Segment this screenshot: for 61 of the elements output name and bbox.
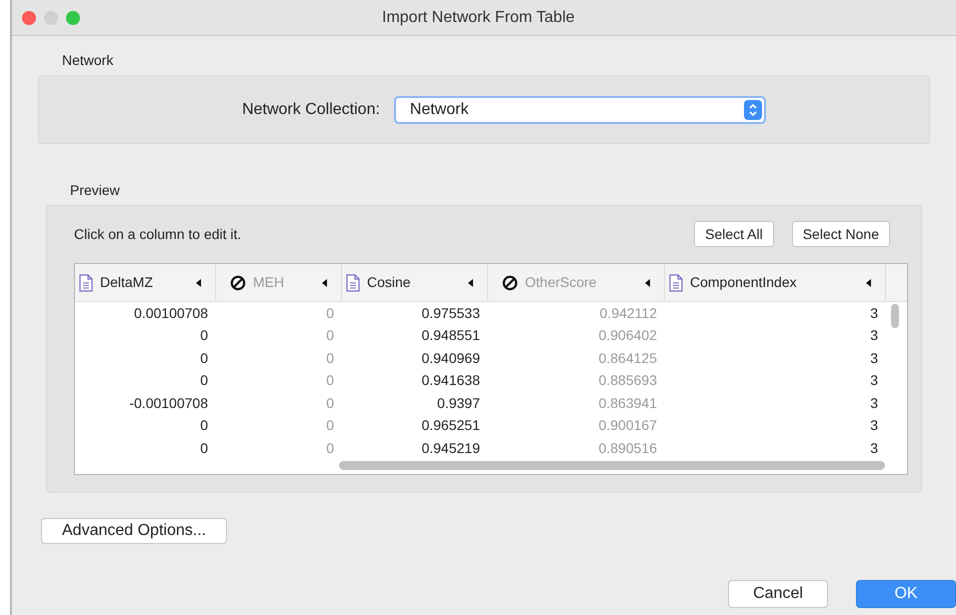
table-cell-text: 0.975533: [420, 304, 481, 323]
table-cell-text: 0: [325, 371, 335, 390]
table-cell-text: 0.948551: [420, 326, 481, 346]
table-cell-text: 3: [869, 348, 879, 368]
sort-arrow-icon[interactable]: [468, 278, 473, 286]
table-cell-text: 0: [325, 326, 335, 346]
table-cell-text: 3: [869, 326, 879, 346]
select-button[interactable]: Select All: [694, 221, 774, 247]
table-cell-text: 0.942112: [598, 304, 658, 323]
table-cell-text: 0: [325, 348, 335, 368]
table-cell-text: 3: [869, 394, 879, 413]
table-cell-text: 0: [199, 348, 209, 368]
table-cell-text: 0.890516: [598, 438, 658, 458]
table-cell-text: 0.00100708: [133, 304, 209, 323]
table-cell-text: 0.9397: [436, 394, 481, 413]
document-icon: [346, 274, 360, 292]
sort-arrow-icon[interactable]: [866, 278, 871, 286]
table-cell-text: 0.900167: [598, 416, 658, 436]
table-cell-text: 0.864125: [598, 348, 658, 368]
table-cell-text: 0: [199, 438, 209, 458]
document-icon: [669, 274, 683, 292]
horizontal-scrollbar-thumb[interactable]: [339, 461, 885, 470]
network-collection-dropdown[interactable]: Network: [394, 96, 766, 124]
prohibited-icon: [230, 274, 246, 290]
dialog-button[interactable]: Cancel: [728, 580, 828, 608]
table-cell-text: 0.885693: [598, 371, 658, 390]
table-cell-text: 0: [325, 416, 335, 436]
table-cell-text: 0: [199, 326, 209, 346]
table-cell-text: 3: [869, 371, 879, 390]
window-title: Import Network From Table: [382, 8, 575, 28]
sort-arrow-icon[interactable]: [322, 278, 327, 286]
sort-arrow-icon[interactable]: [196, 278, 201, 286]
prohibited-icon: [502, 274, 518, 290]
table-cell-text: 0.945219: [420, 438, 481, 458]
table-cell-text: 0: [325, 438, 335, 458]
instruction-text: Click on a column to edit it.: [74, 224, 242, 244]
document-icon: [79, 274, 93, 292]
table-cell-text: 0: [325, 304, 335, 323]
table-cell-text: 0: [199, 416, 209, 436]
table-cell-text: 3: [869, 416, 879, 436]
table-cell-text: 0.940969: [420, 348, 481, 368]
stepper-icon: [744, 100, 762, 120]
table-cell-text: 0.906402: [598, 326, 658, 346]
select-button[interactable]: Select None: [792, 221, 890, 247]
table-cell-text: 0: [325, 394, 335, 413]
table-cell-text: 3: [869, 438, 879, 458]
section-label: Preview: [70, 181, 120, 200]
table-cell-text: 3: [869, 304, 879, 323]
table-cell-text: -0.00100708: [128, 394, 209, 413]
field-label: Network Collection:: [242, 100, 380, 120]
table-cell-text: 0: [199, 371, 209, 390]
vertical-scrollbar-thumb[interactable]: [891, 304, 899, 328]
table-cell-text: 0.941638: [420, 371, 481, 390]
sort-arrow-icon[interactable]: [645, 278, 650, 286]
table-cell-text: 0.965251: [420, 416, 481, 436]
advanced-options-button[interactable]: Advanced Options...: [41, 518, 228, 544]
column-header[interactable]: ComponentIndex: [665, 264, 886, 301]
section-label: Network: [62, 51, 114, 70]
table-cell-text: 0.863941: [598, 394, 658, 413]
column-header[interactable]: Cosine: [342, 264, 488, 301]
column-header[interactable]: DeltaMZ: [75, 264, 216, 301]
